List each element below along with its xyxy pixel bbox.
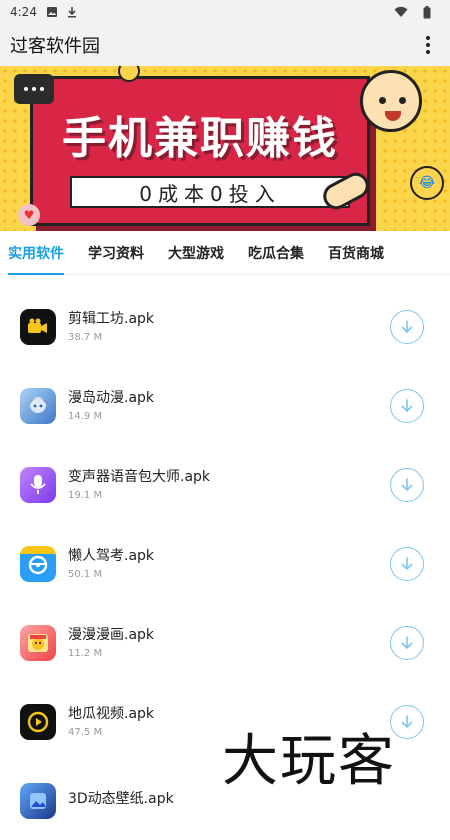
video-camera-icon — [20, 308, 56, 345]
wallpaper-icon — [20, 782, 56, 819]
download-circle-icon[interactable] — [390, 388, 424, 423]
promo-banner[interactable]: ♥ 手机兼职赚钱 0成本0投入 😂 — [0, 66, 450, 231]
app-size: 50.1 M — [68, 569, 103, 580]
download-circle-icon[interactable] — [390, 625, 424, 660]
play-icon — [20, 703, 56, 740]
anime-girl-icon — [20, 387, 56, 424]
more-vert-icon[interactable] — [416, 33, 440, 57]
app-size: 11.2 M — [68, 648, 103, 659]
list-item[interactable]: 漫岛动漫.apk 14.9 M — [0, 366, 450, 445]
laughing-emoji-icon: 😂 — [410, 166, 444, 200]
banner-headline: 手机兼职赚钱 — [62, 113, 338, 164]
app-name: 漫岛动漫.apk — [68, 390, 155, 406]
chat-bubble-icon — [14, 74, 54, 104]
list-item[interactable]: 剪辑工坊.apk 38.7 M — [0, 287, 450, 366]
download-circle-icon[interactable] — [390, 546, 424, 581]
image-icon — [45, 5, 59, 19]
tab-study-materials[interactable]: 学习资料 — [88, 231, 144, 275]
app-size: 14.9 M — [68, 411, 103, 422]
list-item[interactable]: 变声器语音包大师.apk 19.1 M — [0, 445, 450, 524]
list-item[interactable]: 懒人驾考.apk 50.1 M — [0, 524, 450, 603]
tab-practical-software[interactable]: 实用软件 — [8, 231, 64, 275]
comic-icon — [20, 624, 56, 661]
app-name: 剪辑工坊.apk — [68, 311, 155, 327]
app-name: 地瓜视频.apk — [68, 706, 155, 722]
tab-large-games[interactable]: 大型游戏 — [168, 231, 224, 275]
app-name: 变声器语音包大师.apk — [68, 469, 211, 485]
app-bar: 过客软件园 — [0, 24, 450, 66]
watermark: 大玩客 — [222, 729, 396, 794]
category-tabs: 实用软件 学习资料 大型游戏 吃瓜合集 百货商城 — [0, 231, 450, 275]
status-time: 4:24 — [10, 5, 37, 19]
battery-icon — [420, 5, 434, 19]
microphone-icon — [20, 466, 56, 503]
download-circle-icon[interactable] — [390, 467, 424, 502]
tab-gossip-collection[interactable]: 吃瓜合集 — [248, 231, 304, 275]
app-size: 38.7 M — [68, 332, 103, 343]
app-name: 漫漫漫画.apk — [68, 627, 155, 643]
baby-face-icon — [360, 70, 422, 132]
download-icon — [65, 5, 79, 19]
download-circle-icon[interactable] — [390, 309, 424, 344]
app-title: 过客软件园 — [10, 36, 100, 57]
wifi-icon — [394, 5, 408, 19]
status-bar: 4:24 — [0, 0, 450, 24]
list-item[interactable]: 漫漫漫画.apk 11.2 M — [0, 603, 450, 682]
banner-subline: 0成本0投入 — [70, 176, 350, 208]
heart-icon: ♥ — [18, 204, 40, 226]
app-size: 19.1 M — [68, 490, 103, 501]
app-name: 懒人驾考.apk — [68, 548, 155, 564]
tab-department-store[interactable]: 百货商城 — [328, 231, 384, 275]
steering-wheel-icon — [20, 545, 56, 582]
